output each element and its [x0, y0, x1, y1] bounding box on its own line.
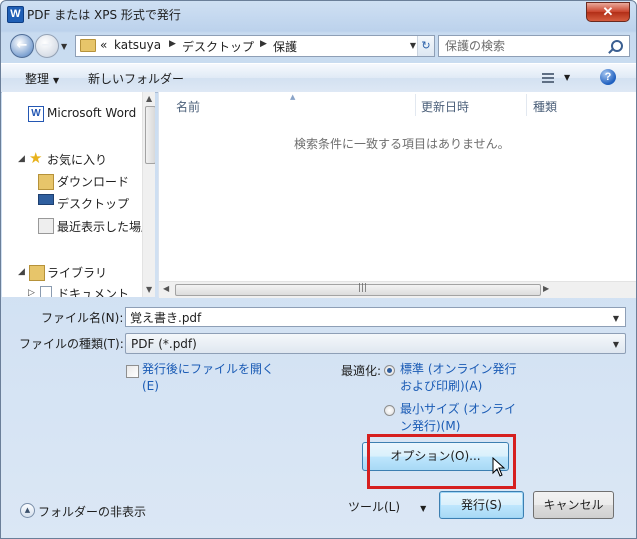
- view-dropdown-icon[interactable]: ▼: [564, 73, 570, 82]
- scroll-left-icon[interactable]: ◀: [163, 284, 169, 293]
- column-name[interactable]: 名前: [176, 98, 200, 115]
- nav-item-recent-places[interactable]: 最近表示した場所: [57, 218, 153, 235]
- close-button[interactable]: ✕: [586, 2, 630, 22]
- open-after-publish-label[interactable]: 発行後にファイルを開く (E): [142, 361, 274, 395]
- horizontal-scrollbar[interactable]: ◀ ||| ▶: [159, 281, 636, 298]
- tools-menu[interactable]: ツール(L) ▼: [348, 498, 426, 515]
- folder-icon: [80, 39, 96, 52]
- scrollbar-thumb[interactable]: |||: [175, 283, 541, 296]
- optimize-minimum-label[interactable]: 最小サイズ (オンライ ン発行)(M): [400, 401, 516, 435]
- filename-input[interactable]: [126, 308, 604, 326]
- organize-menu[interactable]: 整理 ▼: [25, 70, 59, 87]
- filetype-value: PDF (*.pdf): [131, 337, 197, 351]
- filetype-select[interactable]: PDF (*.pdf) ▼: [125, 333, 626, 354]
- refresh-icon[interactable]: ↻: [417, 36, 434, 56]
- filename-field[interactable]: ▼: [125, 307, 626, 327]
- sort-ascending-icon: ▲: [290, 93, 296, 101]
- column-type[interactable]: 種類: [533, 98, 557, 115]
- new-folder-button[interactable]: 新しいフォルダー: [88, 70, 184, 87]
- star-icon: ★: [29, 149, 43, 167]
- address-dropdown-icon[interactable]: ▼: [410, 41, 416, 50]
- chevron-down-icon: ▼: [612, 340, 619, 349]
- tools-label: ツール(L): [348, 500, 401, 514]
- empty-message: 検索条件に一致する項目はありません。: [294, 137, 510, 151]
- filetype-label: ファイルの種類(T):: [19, 337, 124, 351]
- expand-libraries-icon[interactable]: ◢: [18, 267, 25, 277]
- nav-item-documents[interactable]: ドキュメント: [57, 285, 129, 297]
- column-divider[interactable]: [526, 94, 527, 116]
- title-bar[interactable]: W PDF または XPS 形式で発行 ✕: [1, 1, 636, 29]
- breadcrumb-desktop[interactable]: デスクトップ: [182, 38, 254, 55]
- organize-label: 整理: [25, 72, 50, 86]
- scrollbar-thumb[interactable]: [145, 106, 155, 164]
- cancel-button[interactable]: キャンセル: [533, 491, 614, 519]
- breadcrumb-separator-icon[interactable]: ▶: [169, 39, 176, 49]
- command-bar: 整理 ▼ 新しいフォルダー ▼ ?: [1, 63, 636, 93]
- file-list[interactable]: ▲ 名前 更新日時 種類 検索条件に一致する項目はありません。 ◀ ||| ▶: [158, 92, 636, 298]
- library-icon: [29, 265, 45, 281]
- optimize-minimum-line2: ン発行)(M): [400, 419, 461, 433]
- breadcrumb-katsuya[interactable]: katsuya: [114, 38, 161, 52]
- recent-pages-dropdown[interactable]: ▼: [61, 42, 67, 51]
- breadcrumb-protect[interactable]: 保護: [273, 38, 297, 55]
- publish-dialog: W PDF または XPS 形式で発行 ✕ ← → ▼ « katsuya ▶ …: [0, 0, 637, 539]
- open-after-publish-label-line2: (E): [142, 379, 159, 393]
- nav-scrollbar[interactable]: ▲ ▼: [142, 92, 155, 297]
- optimize-standard-label[interactable]: 標準 (オンライン発行 および印刷)(A): [400, 361, 517, 395]
- chevron-down-icon: ▼: [53, 76, 60, 85]
- grip-icon: |||: [358, 283, 368, 293]
- address-row: ← → ▼ « katsuya ▶ デスクトップ ▶ 保護 ▼ ↻: [1, 31, 636, 61]
- optimize-label: 最適化:: [341, 364, 382, 378]
- word-app-icon: W: [7, 6, 24, 23]
- chevron-down-icon[interactable]: ▼: [613, 314, 619, 323]
- desktop-icon: [38, 194, 54, 205]
- search-icon[interactable]: [611, 40, 623, 52]
- scroll-down-icon[interactable]: ▼: [146, 285, 152, 294]
- filename-label: ファイル名(N):: [41, 311, 124, 325]
- column-modified[interactable]: 更新日時: [421, 98, 469, 115]
- optimize-minimum-radio[interactable]: [384, 405, 395, 416]
- open-after-publish-label-line1: 発行後にファイルを開く: [142, 362, 275, 376]
- change-view-icon[interactable]: [542, 73, 554, 83]
- column-divider[interactable]: [415, 94, 416, 116]
- documents-icon: [40, 286, 52, 297]
- nav-item-favorites[interactable]: お気に入り: [47, 151, 107, 168]
- nav-item-desktop[interactable]: デスクトップ: [57, 195, 129, 212]
- nav-item-microsoft-word[interactable]: Microsoft Word: [47, 106, 136, 120]
- expand-documents-icon[interactable]: ▷: [28, 288, 35, 297]
- collapse-up-icon[interactable]: ▲: [20, 503, 35, 518]
- optimize-standard-line2: および印刷)(A): [400, 379, 483, 393]
- expand-favorites-icon[interactable]: ◢: [18, 154, 25, 164]
- nav-item-downloads[interactable]: ダウンロード: [57, 173, 129, 190]
- back-button[interactable]: ←: [10, 34, 34, 58]
- forward-button[interactable]: →: [35, 34, 59, 58]
- address-bar[interactable]: « katsuya ▶ デスクトップ ▶ 保護 ▼ ↻: [75, 35, 435, 57]
- publish-button[interactable]: 発行(S): [439, 491, 524, 519]
- word-icon: W: [28, 106, 44, 122]
- hide-folders-link[interactable]: フォルダーの非表示: [38, 503, 146, 520]
- help-icon[interactable]: ?: [600, 69, 616, 85]
- nav-item-libraries[interactable]: ライブラリ: [47, 264, 107, 281]
- download-folder-icon: [38, 174, 54, 190]
- chevron-down-icon: ▼: [420, 504, 427, 513]
- scroll-up-icon[interactable]: ▲: [146, 94, 152, 103]
- optimize-standard-radio[interactable]: [384, 365, 395, 376]
- search-input[interactable]: [439, 36, 611, 56]
- search-box[interactable]: [438, 35, 630, 57]
- breadcrumb-overflow[interactable]: «: [100, 38, 107, 52]
- mouse-cursor-icon: [492, 457, 506, 477]
- breadcrumb-separator-icon[interactable]: ▶: [260, 39, 267, 49]
- navigation-pane[interactable]: W Microsoft Word ◢ ★ お気に入り ダウンロード デスクトップ…: [2, 92, 155, 297]
- optimize-minimum-line1: 最小サイズ (オンライ: [400, 402, 517, 416]
- optimize-standard-line1: 標準 (オンライン発行: [400, 362, 517, 376]
- open-after-publish-checkbox[interactable]: [126, 365, 139, 378]
- recent-places-icon: [38, 218, 54, 234]
- window-title: PDF または XPS 形式で発行: [27, 8, 181, 22]
- scroll-right-icon[interactable]: ▶: [543, 284, 549, 293]
